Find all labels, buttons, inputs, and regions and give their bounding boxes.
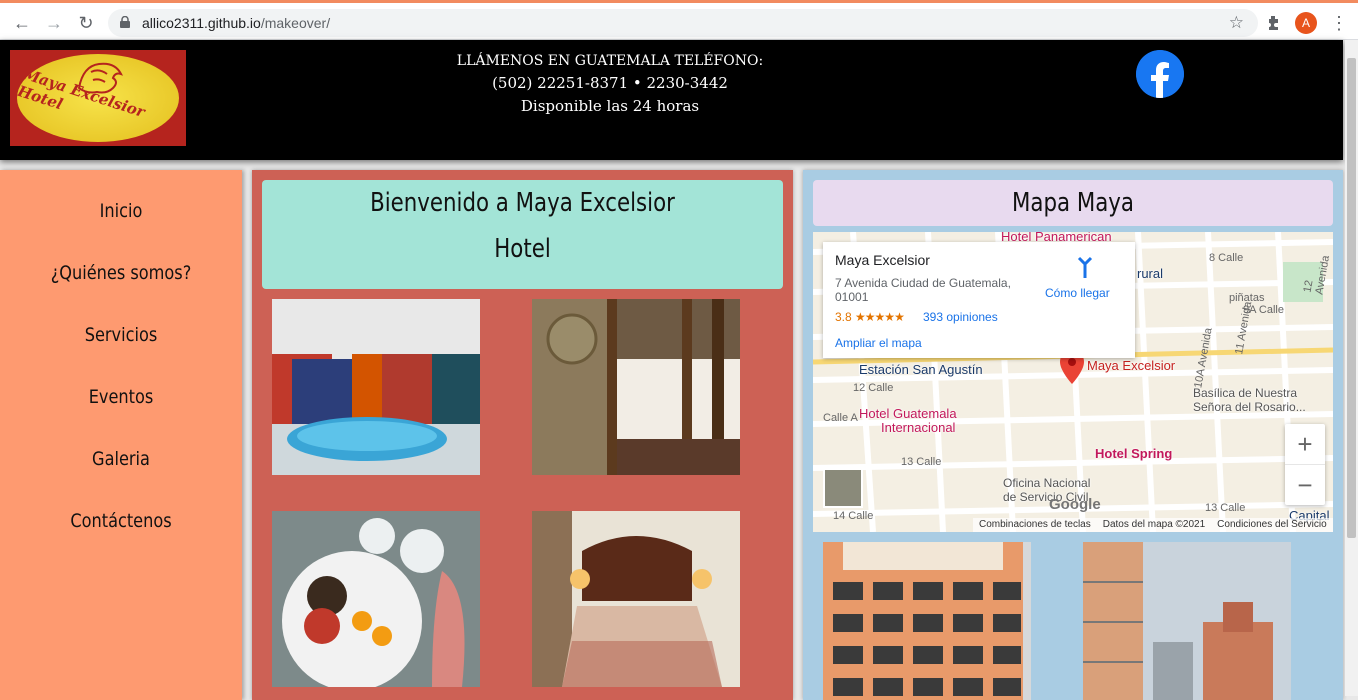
place-address: 7 Avenida Ciudad de Guatemala, 01001 bbox=[835, 276, 1011, 304]
place-card: Maya Excelsior 7 Avenida Ciudad de Guate… bbox=[823, 242, 1135, 358]
map-label-spring: Hotel Spring bbox=[1095, 446, 1173, 461]
forward-icon[interactable]: → bbox=[40, 9, 68, 37]
map-label-calle-a: Calle A bbox=[823, 412, 858, 424]
phone-info: LLÁMENOS EN GUATEMALA TELÉFONO: (502) 22… bbox=[360, 50, 860, 118]
map-label-calle-13: 13 Calle bbox=[901, 456, 942, 468]
reload-icon[interactable]: ↻ bbox=[72, 9, 100, 37]
address-bar[interactable]: allico2311.github.io/makeover/ ☆ bbox=[108, 9, 1258, 37]
breakfast-photo bbox=[272, 511, 480, 687]
map-label-guatemala-intl-1: Hotel Guatemala bbox=[859, 406, 957, 421]
nav-eventos[interactable]: Eventos bbox=[18, 386, 224, 408]
reviews-link[interactable]: 393 opiniones bbox=[923, 310, 998, 324]
facebook-icon[interactable] bbox=[1136, 50, 1184, 98]
hotel-facade-photo bbox=[823, 542, 1031, 700]
map-label-maya: Maya Excelsior bbox=[1087, 358, 1176, 373]
welcome-line1: Bienvenido a Maya Excelsior bbox=[370, 188, 675, 218]
map-footer: Combinaciones de teclas Datos del mapa ©… bbox=[973, 518, 1333, 532]
place-rating: 3.8 ★★★★★ bbox=[835, 310, 905, 324]
lobby-photo bbox=[532, 299, 740, 475]
directions-link[interactable]: Cómo llegar bbox=[1045, 286, 1110, 300]
directions-icon[interactable] bbox=[1073, 256, 1097, 280]
browser-toolbar: ← → ↻ allico2311.github.io/makeover/ ☆ A… bbox=[0, 0, 1358, 40]
lock-icon bbox=[120, 16, 130, 28]
zoom-out-button[interactable]: − bbox=[1285, 464, 1325, 504]
extensions-icon[interactable] bbox=[1263, 12, 1285, 34]
nav-servicios[interactable]: Servicios bbox=[18, 324, 224, 346]
page-scrollbar[interactable] bbox=[1345, 40, 1358, 696]
map-label-guatemala-intl-2: Internacional bbox=[881, 420, 956, 435]
scrollbar-thumb[interactable] bbox=[1347, 58, 1356, 538]
phone-numbers: (502) 22251-8371 • 2230-3442 bbox=[492, 74, 728, 92]
nav-galeria[interactable]: Galeria bbox=[18, 448, 224, 470]
rating-stars-icon: ★★★★★ bbox=[855, 310, 905, 324]
map-label-calle-8: 8 Calle bbox=[1209, 252, 1244, 264]
map-label-calle-12: 12 Calle bbox=[853, 382, 894, 394]
map-section-title: Mapa Maya bbox=[813, 180, 1333, 226]
street-view-photo bbox=[1083, 542, 1291, 700]
page-content: Maya Excelsior Hotel LLÁMENOS EN GUATEMA… bbox=[0, 40, 1345, 700]
nav-quienes-somos[interactable]: ¿Quiénes somos? bbox=[18, 262, 224, 284]
site-header: Maya Excelsior Hotel LLÁMENOS EN GUATEMA… bbox=[0, 40, 1343, 160]
url-text: allico2311.github.io/makeover/ bbox=[142, 15, 331, 31]
map-title-text: Mapa Maya bbox=[1011, 188, 1134, 218]
hotel-logo[interactable]: Maya Excelsior Hotel bbox=[10, 50, 186, 146]
profile-avatar[interactable]: A bbox=[1295, 12, 1317, 34]
nav-contactenos[interactable]: Contáctenos bbox=[18, 510, 224, 532]
back-icon[interactable]: ← bbox=[8, 9, 36, 37]
welcome-section: Bienvenido a Maya Excelsior Hotel bbox=[252, 170, 793, 700]
satellite-toggle[interactable] bbox=[823, 468, 863, 508]
map-data-text: Datos del mapa ©2021 bbox=[1102, 519, 1206, 530]
enlarge-map-link[interactable]: Ampliar el mapa bbox=[835, 336, 922, 350]
bedroom-photo bbox=[532, 511, 740, 687]
map-label-calle-14: 14 Calle bbox=[833, 510, 874, 522]
pool-photo bbox=[272, 299, 480, 475]
map-section: Mapa Maya Estación San Agustín Hotel Gua… bbox=[803, 170, 1343, 700]
google-logo: Google bbox=[1049, 496, 1101, 513]
rating-value: 3.8 bbox=[835, 310, 852, 324]
bookmark-star-icon[interactable]: ☆ bbox=[1229, 13, 1244, 33]
google-map[interactable]: Estación San Agustín Hotel Guatemala Int… bbox=[813, 232, 1333, 532]
nav-inicio[interactable]: Inicio bbox=[18, 200, 224, 222]
map-label-oficina-1: Oficina Nacional bbox=[1003, 476, 1091, 490]
map-label-calle-13b: 13 Calle bbox=[1205, 502, 1246, 514]
welcome-heading: Bienvenido a Maya Excelsior Hotel bbox=[262, 180, 783, 289]
map-label-basilica-2: Señora del Rosario... bbox=[1193, 400, 1306, 414]
sidebar-nav: Inicio ¿Quiénes somos? Servicios Eventos… bbox=[0, 170, 242, 700]
availability-text: Disponible las 24 horas bbox=[520, 97, 700, 115]
welcome-line2: Hotel bbox=[494, 234, 551, 264]
logo-oval: Maya Excelsior Hotel bbox=[17, 54, 179, 142]
map-label-basilica-1: Basílica de Nuestra bbox=[1193, 386, 1298, 400]
phone-heading: LLÁMENOS EN GUATEMALA TELÉFONO: bbox=[456, 53, 764, 69]
map-label-rural: rural bbox=[1137, 266, 1164, 281]
place-name: Maya Excelsior bbox=[835, 252, 930, 268]
zoom-in-button[interactable]: + bbox=[1285, 424, 1325, 464]
keyboard-shortcuts-link[interactable]: Combinaciones de teclas bbox=[979, 518, 1091, 532]
map-label-san-agustin: Estación San Agustín bbox=[859, 362, 983, 377]
menu-kebab-icon[interactable]: ⋮ bbox=[1330, 11, 1348, 35]
terms-link[interactable]: Condiciones del Servicio bbox=[1217, 518, 1327, 532]
zoom-controls: + − bbox=[1285, 424, 1325, 505]
